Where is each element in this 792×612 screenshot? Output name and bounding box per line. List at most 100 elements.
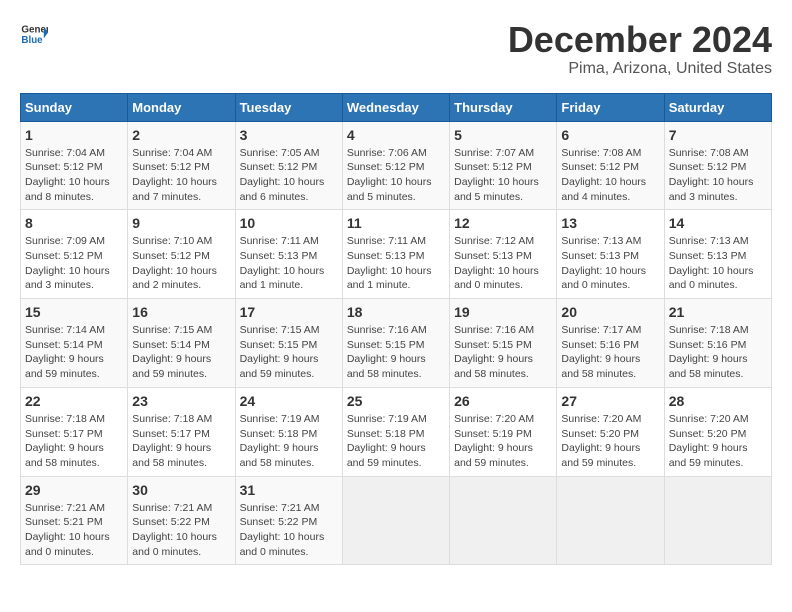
svg-text:Blue: Blue	[21, 35, 43, 46]
header: General Blue December 2024 Pima, Arizona…	[20, 20, 772, 78]
day-info: Sunrise: 7:19 AMSunset: 5:18 PMDaylight:…	[347, 412, 445, 471]
day-info: Sunrise: 7:15 AMSunset: 5:15 PMDaylight:…	[240, 323, 338, 382]
month-title: December 2024	[508, 20, 772, 60]
day-number: 19	[454, 304, 552, 320]
calendar-week-row: 22 Sunrise: 7:18 AMSunset: 5:17 PMDayligh…	[21, 387, 772, 476]
day-number: 26	[454, 393, 552, 409]
header-monday: Monday	[128, 93, 235, 121]
day-info: Sunrise: 7:21 AMSunset: 5:21 PMDaylight:…	[25, 501, 123, 560]
table-row: 2Sunrise: 7:04 AMSunset: 5:12 PMDaylight…	[128, 121, 235, 210]
day-number: 24	[240, 393, 338, 409]
day-number: 3	[240, 127, 338, 143]
table-row: 28 Sunrise: 7:20 AMSunset: 5:20 PMDayligh…	[664, 387, 771, 476]
table-row: 8 Sunrise: 7:09 AMSunset: 5:12 PMDaylight…	[21, 210, 128, 299]
day-number: 30	[132, 482, 230, 498]
day-number: 8	[25, 215, 123, 231]
header-wednesday: Wednesday	[342, 93, 449, 121]
header-friday: Friday	[557, 93, 664, 121]
day-info: Sunrise: 7:21 AMSunset: 5:22 PMDaylight:…	[240, 501, 338, 560]
table-row: 4Sunrise: 7:06 AMSunset: 5:12 PMDaylight…	[342, 121, 449, 210]
table-row: 12 Sunrise: 7:12 AMSunset: 5:13 PMDayligh…	[450, 210, 557, 299]
day-number: 28	[669, 393, 767, 409]
table-row	[557, 476, 664, 565]
day-number: 21	[669, 304, 767, 320]
day-info: Sunrise: 7:17 AMSunset: 5:16 PMDaylight:…	[561, 323, 659, 382]
day-info: Sunrise: 7:15 AMSunset: 5:14 PMDaylight:…	[132, 323, 230, 382]
table-row: 11 Sunrise: 7:11 AMSunset: 5:13 PMDayligh…	[342, 210, 449, 299]
day-number: 17	[240, 304, 338, 320]
day-number: 7	[669, 127, 767, 143]
day-number: 25	[347, 393, 445, 409]
day-info: Sunrise: 7:11 AMSunset: 5:13 PMDaylight:…	[347, 234, 445, 293]
table-row: 16 Sunrise: 7:15 AMSunset: 5:14 PMDayligh…	[128, 299, 235, 388]
day-number: 22	[25, 393, 123, 409]
day-number: 23	[132, 393, 230, 409]
day-info: Sunrise: 7:13 AMSunset: 5:13 PMDaylight:…	[561, 234, 659, 293]
day-info: Sunrise: 7:11 AMSunset: 5:13 PMDaylight:…	[240, 234, 338, 293]
table-row: 29Sunrise: 7:21 AMSunset: 5:21 PMDayligh…	[21, 476, 128, 565]
calendar-week-row: 1 Sunrise: 7:04 AMSunset: 5:12 PMDaylight…	[21, 121, 772, 210]
table-row	[450, 476, 557, 565]
table-row: 14 Sunrise: 7:13 AMSunset: 5:13 PMDayligh…	[664, 210, 771, 299]
day-info: Sunrise: 7:18 AMSunset: 5:17 PMDaylight:…	[25, 412, 123, 471]
calendar-week-row: 29Sunrise: 7:21 AMSunset: 5:21 PMDayligh…	[21, 476, 772, 565]
table-row: 30Sunrise: 7:21 AMSunset: 5:22 PMDayligh…	[128, 476, 235, 565]
day-number: 20	[561, 304, 659, 320]
table-row: 15Sunrise: 7:14 AMSunset: 5:14 PMDayligh…	[21, 299, 128, 388]
calendar-table: Sunday Monday Tuesday Wednesday Thursday…	[20, 93, 772, 566]
table-row: 17 Sunrise: 7:15 AMSunset: 5:15 PMDayligh…	[235, 299, 342, 388]
day-number: 1	[25, 127, 123, 143]
table-row: 7 Sunrise: 7:08 AMSunset: 5:12 PMDaylight…	[664, 121, 771, 210]
calendar-week-row: 8 Sunrise: 7:09 AMSunset: 5:12 PMDaylight…	[21, 210, 772, 299]
calendar-week-row: 15Sunrise: 7:14 AMSunset: 5:14 PMDayligh…	[21, 299, 772, 388]
table-row	[342, 476, 449, 565]
day-info: Sunrise: 7:09 AMSunset: 5:12 PMDaylight:…	[25, 234, 123, 293]
day-info: Sunrise: 7:20 AMSunset: 5:19 PMDaylight:…	[454, 412, 552, 471]
day-info: Sunrise: 7:04 AMSunset: 5:12 PMDaylight:…	[25, 146, 123, 205]
calendar-header-row: Sunday Monday Tuesday Wednesday Thursday…	[21, 93, 772, 121]
table-row: 21Sunrise: 7:18 AMSunset: 5:16 PMDayligh…	[664, 299, 771, 388]
day-number: 18	[347, 304, 445, 320]
header-tuesday: Tuesday	[235, 93, 342, 121]
table-row: 5Sunrise: 7:07 AMSunset: 5:12 PMDaylight…	[450, 121, 557, 210]
day-number: 14	[669, 215, 767, 231]
table-row: 26 Sunrise: 7:20 AMSunset: 5:19 PMDayligh…	[450, 387, 557, 476]
day-info: Sunrise: 7:19 AMSunset: 5:18 PMDaylight:…	[240, 412, 338, 471]
title-section: December 2024 Pima, Arizona, United Stat…	[508, 20, 772, 78]
location-subtitle: Pima, Arizona, United States	[508, 60, 772, 78]
logo-icon: General Blue	[20, 20, 48, 48]
table-row	[664, 476, 771, 565]
day-info: Sunrise: 7:16 AMSunset: 5:15 PMDaylight:…	[454, 323, 552, 382]
day-number: 6	[561, 127, 659, 143]
day-number: 9	[132, 215, 230, 231]
table-row: 9 Sunrise: 7:10 AMSunset: 5:12 PMDaylight…	[128, 210, 235, 299]
table-row: 19 Sunrise: 7:16 AMSunset: 5:15 PMDayligh…	[450, 299, 557, 388]
day-info: Sunrise: 7:04 AMSunset: 5:12 PMDaylight:…	[132, 146, 230, 205]
table-row: 27Sunrise: 7:20 AMSunset: 5:20 PMDayligh…	[557, 387, 664, 476]
day-info: Sunrise: 7:12 AMSunset: 5:13 PMDaylight:…	[454, 234, 552, 293]
day-info: Sunrise: 7:05 AMSunset: 5:12 PMDaylight:…	[240, 146, 338, 205]
day-number: 16	[132, 304, 230, 320]
day-number: 13	[561, 215, 659, 231]
day-number: 10	[240, 215, 338, 231]
header-thursday: Thursday	[450, 93, 557, 121]
day-info: Sunrise: 7:20 AMSunset: 5:20 PMDaylight:…	[669, 412, 767, 471]
day-number: 11	[347, 215, 445, 231]
table-row: 1 Sunrise: 7:04 AMSunset: 5:12 PMDaylight…	[21, 121, 128, 210]
day-info: Sunrise: 7:13 AMSunset: 5:13 PMDaylight:…	[669, 234, 767, 293]
table-row: 31 Sunrise: 7:21 AMSunset: 5:22 PMDayligh…	[235, 476, 342, 565]
day-info: Sunrise: 7:08 AMSunset: 5:12 PMDaylight:…	[561, 146, 659, 205]
day-info: Sunrise: 7:14 AMSunset: 5:14 PMDaylight:…	[25, 323, 123, 382]
day-info: Sunrise: 7:10 AMSunset: 5:12 PMDaylight:…	[132, 234, 230, 293]
header-saturday: Saturday	[664, 93, 771, 121]
table-row: 13 Sunrise: 7:13 AMSunset: 5:13 PMDayligh…	[557, 210, 664, 299]
day-number: 31	[240, 482, 338, 498]
day-number: 27	[561, 393, 659, 409]
day-info: Sunrise: 7:18 AMSunset: 5:17 PMDaylight:…	[132, 412, 230, 471]
table-row: 20 Sunrise: 7:17 AMSunset: 5:16 PMDayligh…	[557, 299, 664, 388]
day-info: Sunrise: 7:06 AMSunset: 5:12 PMDaylight:…	[347, 146, 445, 205]
day-info: Sunrise: 7:08 AMSunset: 5:12 PMDaylight:…	[669, 146, 767, 205]
table-row: 6 Sunrise: 7:08 AMSunset: 5:12 PMDaylight…	[557, 121, 664, 210]
day-info: Sunrise: 7:07 AMSunset: 5:12 PMDaylight:…	[454, 146, 552, 205]
day-number: 12	[454, 215, 552, 231]
